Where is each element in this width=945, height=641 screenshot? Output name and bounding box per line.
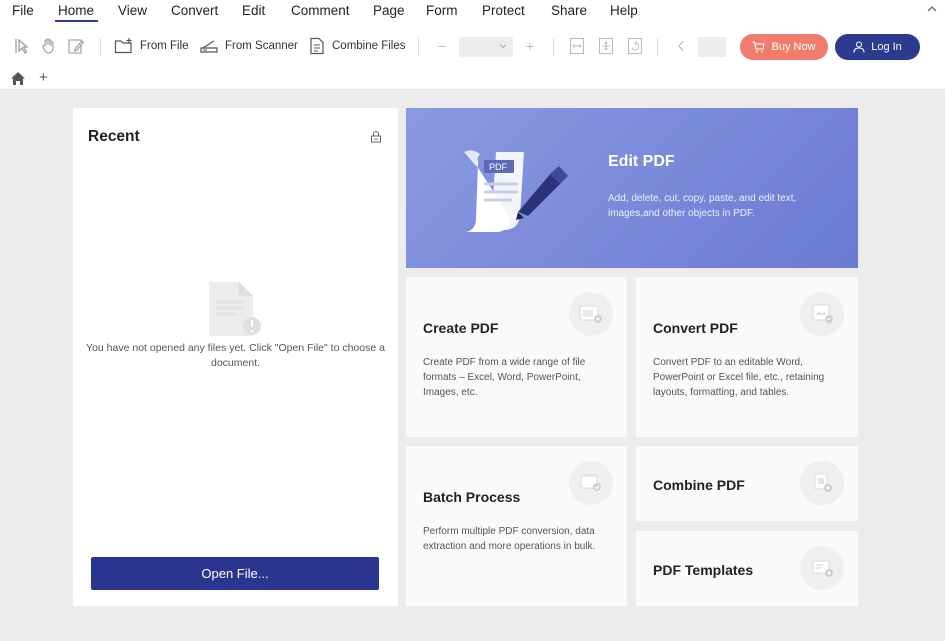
- batch-process-title: Batch Process: [423, 489, 521, 505]
- home-icon[interactable]: [10, 71, 26, 91]
- page-number-input[interactable]: [698, 37, 726, 57]
- edit-pdf-illustration: PDF: [462, 144, 572, 245]
- combine-pdf-icon: [800, 461, 844, 505]
- combine-pdf-title: Combine PDF: [653, 477, 745, 493]
- pdf-badge-text: PDF: [489, 162, 508, 172]
- fit-width-icon[interactable]: [567, 36, 587, 56]
- batch-process-description: Perform multiple PDF conversion, data ex…: [423, 526, 596, 552]
- from-scanner-button[interactable]: From Scanner: [199, 35, 298, 57]
- open-file-button[interactable]: Open File...: [91, 557, 379, 590]
- empty-recent-message: You have not opened any files yet. Click…: [86, 342, 385, 369]
- menu-file[interactable]: File: [12, 3, 34, 18]
- fit-page-icon[interactable]: [596, 36, 616, 56]
- pdf-templates-card[interactable]: PDF Templates: [636, 531, 858, 606]
- pdf-templates-title: PDF Templates: [653, 562, 754, 578]
- toolbar-separator: [553, 38, 554, 56]
- buy-now-button[interactable]: Buy Now: [740, 34, 828, 60]
- document-icon: [207, 280, 265, 345]
- toolbar-separator: [657, 38, 658, 56]
- convert-pdf-description: Convert PDF to an editable Word, PowerPo…: [653, 357, 825, 398]
- cart-icon: [752, 41, 766, 53]
- menu-comment[interactable]: Comment: [291, 3, 350, 18]
- tab-bar: +: [0, 68, 945, 90]
- recent-title: Recent: [88, 128, 140, 145]
- edit-pdf-description: Add, delete, cut, copy, paste, and edit …: [608, 193, 797, 219]
- lock-icon[interactable]: [370, 130, 382, 148]
- menu-edit[interactable]: Edit: [242, 3, 265, 18]
- rotate-icon[interactable]: [625, 36, 645, 56]
- open-file-label: Open File...: [201, 566, 269, 581]
- convert-pdf-title: Convert PDF: [653, 320, 738, 336]
- menu-protect[interactable]: Protect: [482, 3, 525, 18]
- user-icon: [853, 41, 865, 53]
- menu-form[interactable]: Form: [426, 3, 458, 18]
- add-tab-button[interactable]: +: [39, 69, 48, 86]
- chevron-down-icon: [499, 41, 507, 51]
- zoom-in-icon[interactable]: +: [520, 36, 540, 56]
- toolbar-separator: [100, 38, 101, 56]
- convert-pdf-card[interactable]: Convert PDF Convert PDF to an editable W…: [636, 277, 858, 437]
- edit-pdf-card[interactable]: PDF Edit PDF Add, delete, cut, copy, pas…: [406, 108, 858, 268]
- edit-pdf-title: Edit PDF: [608, 153, 675, 170]
- hand-icon[interactable]: [39, 36, 59, 56]
- create-pdf-title: Create PDF: [423, 320, 499, 336]
- edit-icon[interactable]: [66, 36, 86, 56]
- folder-add-icon: [114, 38, 132, 54]
- menu-bar: File Home View Convert Edit Comment Page…: [0, 0, 945, 24]
- menu-view[interactable]: View: [118, 3, 147, 18]
- convert-pdf-icon: [800, 292, 844, 336]
- log-in-button[interactable]: Log In: [835, 34, 920, 60]
- pdf-templates-icon: [800, 546, 844, 590]
- from-file-button[interactable]: From File: [114, 35, 189, 57]
- create-pdf-card[interactable]: Create PDF Create PDF from a wide range …: [406, 277, 627, 437]
- zoom-select[interactable]: [459, 37, 513, 57]
- log-in-label: Log In: [871, 41, 902, 53]
- combine-files-button[interactable]: Combine Files: [308, 35, 406, 57]
- from-file-label: From File: [140, 40, 189, 52]
- menu-help[interactable]: Help: [610, 3, 638, 18]
- menu-home[interactable]: Home: [58, 3, 94, 18]
- combine-pdf-card[interactable]: Combine PDF: [636, 446, 858, 521]
- menu-page[interactable]: Page: [373, 3, 405, 18]
- toolbar: From File From Scanner Combine Files − +…: [0, 24, 945, 68]
- batch-process-icon: [569, 461, 613, 505]
- combine-files-label: Combine Files: [332, 40, 406, 52]
- create-pdf-icon: [569, 292, 613, 336]
- select-icon[interactable]: [12, 36, 32, 56]
- collapse-ribbon-icon[interactable]: [927, 4, 937, 16]
- combine-icon: [310, 37, 324, 55]
- from-scanner-label: From Scanner: [225, 40, 298, 52]
- toolbar-separator: [418, 38, 419, 56]
- menu-share[interactable]: Share: [551, 3, 587, 18]
- recent-panel: Recent You have not opened any files yet…: [73, 108, 398, 606]
- zoom-out-icon[interactable]: −: [432, 36, 452, 56]
- menu-convert[interactable]: Convert: [171, 3, 218, 18]
- active-menu-indicator: [55, 20, 98, 22]
- buy-now-label: Buy Now: [771, 41, 816, 53]
- prev-page-icon[interactable]: [671, 36, 691, 56]
- batch-process-card[interactable]: Batch Process Perform multiple PDF conve…: [406, 446, 627, 606]
- create-pdf-description: Create PDF from a wide range of file for…: [423, 357, 586, 398]
- scanner-icon: [200, 40, 218, 53]
